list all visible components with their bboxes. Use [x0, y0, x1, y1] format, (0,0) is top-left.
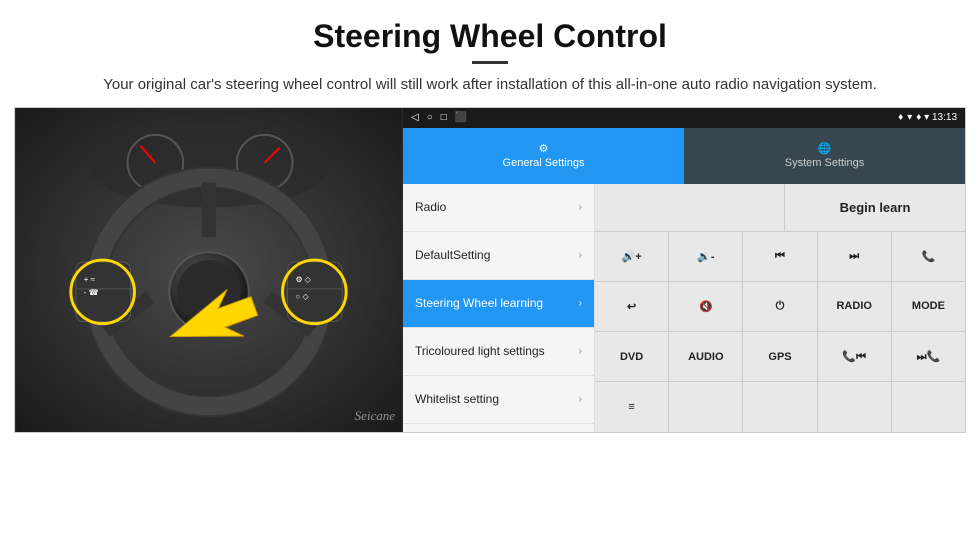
- header-description: Your original car's steering wheel contr…: [60, 74, 920, 97]
- volume-down-button[interactable]: 🔉-: [669, 232, 743, 281]
- watermark: Seicane: [355, 408, 395, 424]
- call-prev-button[interactable]: 📞⏮: [818, 332, 892, 381]
- system-settings-icon: 🌐: [818, 142, 832, 155]
- chevron-icon: ›: [579, 394, 582, 405]
- mode-label: MODE: [912, 300, 945, 312]
- menu-icon: ≡: [628, 401, 634, 413]
- system-settings-label: System Settings: [785, 157, 864, 169]
- menu-item-steering[interactable]: Steering Wheel learning ›: [403, 280, 594, 328]
- call-icon: 📞: [922, 250, 936, 263]
- hangup-icon: ↩: [627, 300, 636, 313]
- steering-wheel-image: + ≈ - ☎ ⚙ ◇ ○ ◇ Seicane: [15, 108, 403, 432]
- chevron-icon: ›: [579, 250, 582, 261]
- home-btn[interactable]: ○: [427, 112, 433, 123]
- right-controls-panel: Begin learn 🔊+ 🔉- ⏮: [595, 184, 965, 432]
- nav-buttons: ◁ ○ □ ⬛: [411, 112, 467, 123]
- svg-text:⚙ ◇: ⚙ ◇: [295, 274, 311, 283]
- status-bar: ◁ ○ □ ⬛ ♦ ▾ ♦ ▾ 13:13: [403, 108, 965, 128]
- general-settings-label: General Settings: [503, 157, 585, 169]
- dvd-label: DVD: [620, 351, 643, 363]
- empty-btn-2: [743, 382, 817, 431]
- svg-text:○ ◇: ○ ◇: [295, 291, 309, 300]
- menu-steering-label: Steering Wheel learning: [415, 296, 543, 310]
- audio-label: AUDIO: [688, 351, 723, 363]
- menu-item-whitelist[interactable]: Whitelist setting ›: [403, 376, 594, 424]
- prev-track-icon: ⏮: [775, 250, 785, 263]
- mute-button[interactable]: 🔇: [669, 282, 743, 331]
- button-row-4: ≡: [595, 382, 965, 431]
- settings-tabs: ⚙ General Settings 🌐 System Settings: [403, 128, 965, 184]
- chevron-icon: ›: [579, 298, 582, 309]
- dvd-button[interactable]: DVD: [595, 332, 669, 381]
- power-button[interactable]: ⏻: [743, 282, 817, 331]
- call-next-button[interactable]: ⏭📞: [892, 332, 965, 381]
- power-icon: ⏻: [776, 300, 785, 313]
- top-row: Begin learn: [595, 184, 965, 232]
- left-menu: Radio › DefaultSetting › Steering Wheel …: [403, 184, 595, 432]
- call-next-icon: ⏭📞: [917, 350, 941, 364]
- hangup-button[interactable]: ↩: [595, 282, 669, 331]
- gps-button[interactable]: GPS: [743, 332, 817, 381]
- empty-display-box: [595, 184, 785, 231]
- button-row-1: 🔊+ 🔉- ⏮ ⏭ 📞: [595, 232, 965, 282]
- chevron-icon: ›: [579, 202, 582, 213]
- volume-up-icon: 🔊+: [622, 250, 642, 263]
- location-icon: ♦: [898, 112, 903, 123]
- general-settings-icon: ⚙: [539, 142, 549, 155]
- main-panel: Radio › DefaultSetting › Steering Wheel …: [403, 184, 965, 432]
- next-track-button[interactable]: ⏭: [818, 232, 892, 281]
- system-settings-tab[interactable]: 🌐 System Settings: [684, 128, 965, 184]
- empty-btn-1: [669, 382, 743, 431]
- status-icons: ♦ ▾ ♦ ▾ 13:13: [898, 112, 957, 123]
- menu-item-default[interactable]: DefaultSetting ›: [403, 232, 594, 280]
- android-ui: ◁ ○ □ ⬛ ♦ ▾ ♦ ▾ 13:13 ⚙ General Settings…: [403, 108, 965, 432]
- menu-default-label: DefaultSetting: [415, 248, 490, 262]
- empty-btn-3: [818, 382, 892, 431]
- menu-item-radio[interactable]: Radio ›: [403, 184, 594, 232]
- svg-text:+ ≈: + ≈: [84, 274, 96, 283]
- menu-whitelist-label: Whitelist setting: [415, 392, 499, 406]
- general-settings-tab[interactable]: ⚙ General Settings: [403, 128, 684, 184]
- begin-learn-button[interactable]: Begin learn: [785, 184, 965, 231]
- clock: ♦ ▾ 13:13: [916, 112, 957, 123]
- mute-icon: 🔇: [699, 300, 713, 313]
- page-title: Steering Wheel Control: [60, 18, 920, 55]
- call-button[interactable]: 📞: [892, 232, 965, 281]
- next-track-icon: ⏭: [849, 250, 859, 263]
- page-header: Steering Wheel Control Your original car…: [0, 0, 980, 107]
- prev-track-button[interactable]: ⏮: [743, 232, 817, 281]
- audio-button[interactable]: AUDIO: [669, 332, 743, 381]
- radio-label: RADIO: [836, 300, 871, 312]
- gps-label: GPS: [768, 351, 791, 363]
- button-grid: 🔊+ 🔉- ⏮ ⏭ 📞: [595, 232, 965, 432]
- volume-down-icon: 🔉-: [697, 250, 714, 263]
- apps-btn[interactable]: ⬛: [455, 112, 467, 123]
- back-btn[interactable]: ◁: [411, 112, 419, 123]
- empty-btn-4: [892, 382, 965, 431]
- menu-tricoloured-label: Tricoloured light settings: [415, 344, 545, 358]
- content-area: + ≈ - ☎ ⚙ ◇ ○ ◇ Seicane ◁ ○: [14, 107, 966, 433]
- recents-btn[interactable]: □: [441, 112, 447, 123]
- menu-item-tricoloured[interactable]: Tricoloured light settings ›: [403, 328, 594, 376]
- volume-up-button[interactable]: 🔊+: [595, 232, 669, 281]
- title-divider: [472, 61, 508, 64]
- button-row-3: DVD AUDIO GPS 📞⏮ ⏭📞: [595, 332, 965, 382]
- button-row-2: ↩ 🔇 ⏻ RADIO MODE: [595, 282, 965, 332]
- chevron-icon: ›: [579, 346, 582, 357]
- wifi-icon: ▾: [907, 112, 912, 123]
- mode-button[interactable]: MODE: [892, 282, 965, 331]
- menu-radio-label: Radio: [415, 200, 446, 214]
- menu-icon-button[interactable]: ≡: [595, 382, 669, 431]
- call-prev-icon: 📞⏮: [842, 350, 866, 364]
- radio-button[interactable]: RADIO: [818, 282, 892, 331]
